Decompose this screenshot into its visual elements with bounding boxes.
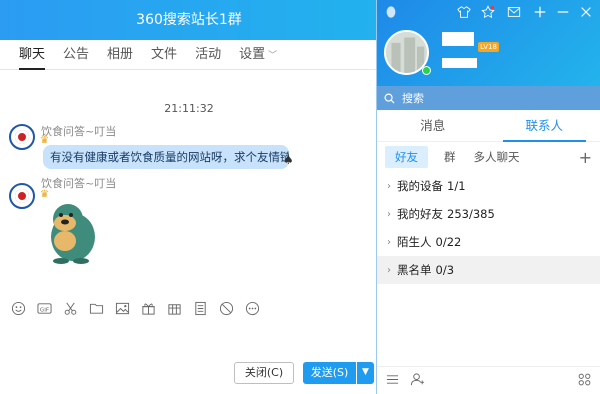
online-status-icon[interactable] — [422, 66, 431, 75]
message-input[interactable] — [0, 322, 378, 358]
tab-album[interactable]: 相册 — [98, 40, 142, 69]
group-chat-window: 360搜索站长1群 聊天 公告 相册 文件 活动 设置 ﹀ 21:11:32 饮食… — [0, 0, 378, 394]
subtab-groups[interactable]: 群 — [444, 149, 456, 165]
doc-icon[interactable] — [190, 300, 211, 316]
scissors-icon[interactable] — [60, 300, 81, 316]
profile-header: LV18 — [377, 0, 600, 86]
chevron-right-icon: › — [387, 180, 391, 192]
main-menu-icon[interactable] — [386, 373, 399, 389]
sender-name[interactable]: 饮食问答~叮当 — [41, 175, 116, 191]
tab-announcement[interactable]: 公告 — [54, 40, 98, 69]
close-icon[interactable] — [578, 5, 594, 21]
group-count: 253/385 — [447, 207, 495, 221]
star-icon[interactable] — [480, 5, 496, 21]
forbid-icon[interactable] — [216, 300, 237, 316]
contact-group-devices[interactable]: › 我的设备 1/1 — [377, 172, 600, 200]
gif-icon[interactable]: GIF — [34, 300, 55, 316]
cartoon-sticker-image[interactable] — [43, 197, 99, 265]
search-icon — [384, 93, 395, 104]
chevron-right-icon: › — [387, 264, 391, 276]
crown-icon: ♛ — [40, 135, 49, 146]
more-icon[interactable] — [242, 300, 263, 316]
image-icon[interactable] — [112, 300, 133, 316]
qq-main-panel: LV18 搜索 消息 联系人 好友 群 多人聊天 + › 我的设备 1/1 › … — [376, 0, 600, 394]
tab-files[interactable]: 文件 — [142, 40, 186, 69]
gift-icon[interactable] — [138, 300, 159, 316]
input-toolbar: GIF — [0, 296, 378, 320]
add-friend-icon[interactable] — [410, 372, 425, 390]
search-placeholder: 搜索 — [402, 92, 424, 105]
subtab-friends[interactable]: 好友 — [385, 146, 428, 168]
signature[interactable] — [442, 58, 477, 68]
qq-logo-icon — [383, 5, 399, 21]
chevron-right-icon: › — [387, 236, 391, 248]
chevron-right-icon: › — [387, 208, 391, 220]
group-count: 1/1 — [447, 179, 466, 193]
message-bubble[interactable]: 有没有健康或者饮食质量的网站呀，求个友情链接 — [43, 145, 289, 169]
group-label: 我的设备 — [397, 179, 443, 193]
chat-title-bar: 360搜索站长1群 — [0, 0, 378, 40]
subtab-multichat[interactable]: 多人聊天 — [474, 149, 520, 165]
minimize-icon[interactable] — [555, 5, 571, 21]
tab-messages[interactable]: 消息 — [377, 110, 489, 141]
sender-name[interactable]: 饮食问答~叮当 — [41, 123, 116, 139]
bubble-decoration-icon: ♠ — [283, 153, 294, 167]
present-icon[interactable] — [164, 300, 185, 316]
nickname[interactable] — [442, 32, 474, 46]
skin-shirt-icon[interactable] — [456, 5, 472, 21]
tab-settings[interactable]: 设置 ﹀ — [230, 40, 286, 69]
send-button[interactable]: 发送(S) — [303, 362, 356, 384]
group-label: 我的好友 — [397, 207, 443, 221]
contact-subtabs: 好友 群 多人聊天 + — [377, 142, 600, 172]
close-button[interactable]: 关闭(C) — [234, 362, 294, 384]
contact-group-list: › 我的设备 1/1 › 我的好友 253/385 › 陌生人 0/22 › 黑… — [377, 172, 600, 284]
mail-icon[interactable] — [506, 5, 522, 21]
chat-title: 360搜索站长1群 — [136, 12, 242, 28]
group-label: 陌生人 — [397, 235, 432, 249]
search-bar[interactable]: 搜索 — [377, 86, 600, 110]
folder-icon[interactable] — [86, 300, 107, 316]
sender-avatar[interactable] — [9, 183, 35, 209]
tab-contacts[interactable]: 联系人 — [489, 110, 600, 142]
message-area[interactable]: 21:11:32 饮食问答~叮当 ♛ 有没有健康或者饮食质量的网站呀，求个友情链… — [0, 71, 378, 294]
tab-chat[interactable]: 聊天 — [10, 40, 54, 70]
sender-avatar[interactable] — [9, 124, 35, 150]
contact-group-blacklist[interactable]: › 黑名单 0/3 — [377, 256, 600, 284]
add-icon[interactable] — [532, 5, 548, 21]
contact-group-friends[interactable]: › 我的好友 253/385 — [377, 200, 600, 228]
contact-group-strangers[interactable]: › 陌生人 0/22 — [377, 228, 600, 256]
chevron-down-icon: ﹀ — [268, 51, 278, 61]
group-count: 0/3 — [435, 263, 455, 277]
group-count: 0/22 — [435, 235, 462, 249]
app-manager-icon[interactable] — [578, 373, 591, 389]
group-label: 黑名单 — [397, 263, 432, 277]
tab-activity[interactable]: 活动 — [186, 40, 230, 69]
message-timestamp: 21:11:32 — [164, 102, 214, 115]
tab-settings-label: 设置 — [239, 47, 266, 62]
emoji-icon[interactable] — [8, 300, 29, 316]
svg-text:GIF: GIF — [40, 307, 49, 313]
bottom-bar — [377, 366, 600, 394]
add-contact-icon[interactable]: + — [579, 148, 592, 167]
chat-tab-bar: 聊天 公告 相册 文件 活动 设置 ﹀ — [0, 40, 378, 70]
level-badge[interactable]: LV18 — [478, 42, 499, 52]
send-options-chevron-down-icon[interactable]: ▼ — [357, 362, 374, 384]
main-tab-bar: 消息 联系人 — [377, 110, 600, 142]
